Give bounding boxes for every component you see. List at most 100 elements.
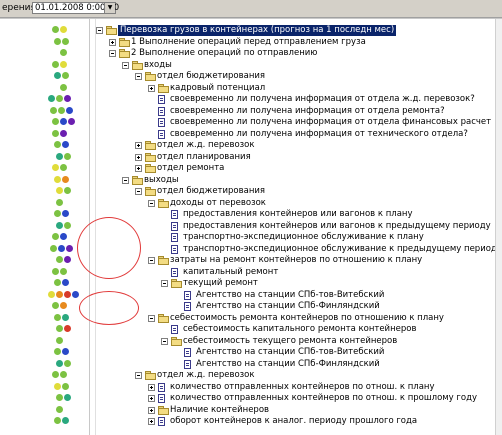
date-select[interactable]: 01.01.2008 0:00:00 ▼ <box>32 2 119 14</box>
status-dot <box>62 210 69 217</box>
collapse-icon[interactable] <box>122 61 129 69</box>
tree-node-label: Перевозка грузов в контейнерах (прогноз … <box>118 25 397 36</box>
expand-icon[interactable] <box>135 153 142 161</box>
status-dot <box>62 37 69 45</box>
status-dot <box>52 267 59 275</box>
tree-node-label: Агентство на станции СПб-тов-Витебский <box>196 347 385 357</box>
status-dot <box>54 72 61 79</box>
tree-node-label: отдел ж.д. перевозок <box>157 370 255 380</box>
tree-node-label: Наличие контейнеров <box>170 404 270 415</box>
tree-node-label: доходы от перевозок <box>170 197 266 208</box>
document-icon <box>184 290 191 300</box>
status-dot <box>60 118 67 125</box>
tree-node-label: затраты на ремонт контейнеров по отношен… <box>170 255 423 265</box>
tree-node-label: текущий ремонт <box>183 278 258 288</box>
vertical-scrollbar[interactable] <box>495 19 502 435</box>
tree-node-label: Агентство на станции СПб-Финляндский <box>196 301 380 311</box>
chevron-down-icon[interactable]: ▼ <box>104 3 115 13</box>
status-dot <box>72 290 79 298</box>
status-dot <box>54 210 61 217</box>
collapse-icon[interactable] <box>161 337 168 345</box>
folder-icon <box>119 49 130 58</box>
document-icon <box>171 325 178 334</box>
tree-node-label: отдел ж.д. перевозок <box>157 140 255 150</box>
status-dot <box>54 37 61 45</box>
tree-node-label: своевременно ли получена информация от о… <box>170 105 445 116</box>
status-dot <box>54 141 61 148</box>
expand-icon[interactable] <box>148 406 155 414</box>
status-dot <box>64 187 71 194</box>
collapse-icon[interactable] <box>135 188 142 195</box>
status-dot <box>62 141 69 148</box>
status-dot <box>58 106 65 114</box>
status-dot <box>66 244 73 252</box>
tree-node-label: кадровый потенциал <box>170 82 266 93</box>
folder-icon <box>145 371 156 380</box>
expand-icon[interactable] <box>135 142 142 149</box>
collapse-icon[interactable] <box>148 199 155 207</box>
tree-node-label: своевременно ли получена информация от о… <box>170 94 475 104</box>
status-dot <box>60 371 67 378</box>
collapse-icon[interactable] <box>135 372 142 379</box>
status-dot <box>60 26 67 33</box>
status-dot <box>64 394 71 401</box>
collapse-icon[interactable] <box>135 73 142 80</box>
status-dot <box>48 95 55 102</box>
status-dot <box>56 359 63 367</box>
status-dot <box>68 118 75 125</box>
status-dot <box>64 152 71 160</box>
status-dot <box>52 233 59 240</box>
expand-icon[interactable] <box>109 38 116 46</box>
expand-icon[interactable] <box>148 395 155 402</box>
folder-icon <box>145 187 156 196</box>
status-dot <box>60 49 67 56</box>
document-icon <box>158 382 165 392</box>
folder-icon <box>145 152 156 162</box>
status-dot <box>56 405 63 413</box>
folder-icon <box>145 141 156 150</box>
status-dot <box>52 26 59 33</box>
folder-icon <box>132 175 143 185</box>
tree-node-label: количество отправленных контейнеров по о… <box>170 393 477 403</box>
annotation-circle <box>77 217 141 279</box>
expand-icon[interactable] <box>148 84 155 92</box>
status-dot <box>50 244 57 252</box>
tree-node-label: входы <box>144 59 172 70</box>
status-dot <box>62 279 69 286</box>
folder-icon <box>158 198 169 208</box>
tree-node-label: 1 Выполнение операций перед отправлением… <box>131 36 366 47</box>
collapse-icon[interactable] <box>96 27 103 34</box>
expand-icon[interactable] <box>148 418 155 425</box>
status-dot <box>62 72 69 79</box>
collapse-icon[interactable] <box>109 50 116 57</box>
status-dot <box>54 417 61 424</box>
tree-node-label: себестоимость капитального ремонта конте… <box>183 324 417 334</box>
folder-icon <box>132 60 143 70</box>
annotation-circle <box>79 291 139 325</box>
tree-node-label: отдел планирования <box>157 151 251 162</box>
folder-icon <box>171 336 182 346</box>
collapse-icon[interactable] <box>122 176 129 184</box>
tree-node-label: транспортно-экспедиционное обслуживание … <box>183 232 424 242</box>
document-icon <box>158 394 165 403</box>
collapse-icon[interactable] <box>161 280 168 287</box>
tree-grid: Перевозка грузов в контейнерах (прогноз … <box>0 18 502 435</box>
status-dot <box>54 175 61 183</box>
status-dot <box>62 348 69 355</box>
tree-node-label: отдел ремонта <box>157 163 225 173</box>
tree-node-label: отдел бюджетирования <box>157 71 266 81</box>
document-icon <box>158 417 165 426</box>
tree-node-label: отдел бюджетирования <box>157 186 266 196</box>
status-dot <box>64 95 71 102</box>
collapse-icon[interactable] <box>148 257 155 264</box>
status-dot <box>56 187 63 194</box>
status-dot <box>56 256 63 263</box>
document-icon <box>158 95 165 104</box>
document-icon <box>158 118 165 127</box>
status-dot <box>66 106 73 114</box>
tree-node-label: оборот контейнеров к аналог. периоду про… <box>170 416 418 426</box>
expand-icon[interactable] <box>135 165 142 172</box>
expand-icon[interactable] <box>148 383 155 391</box>
collapse-icon[interactable] <box>148 314 155 322</box>
folder-icon <box>145 72 156 81</box>
